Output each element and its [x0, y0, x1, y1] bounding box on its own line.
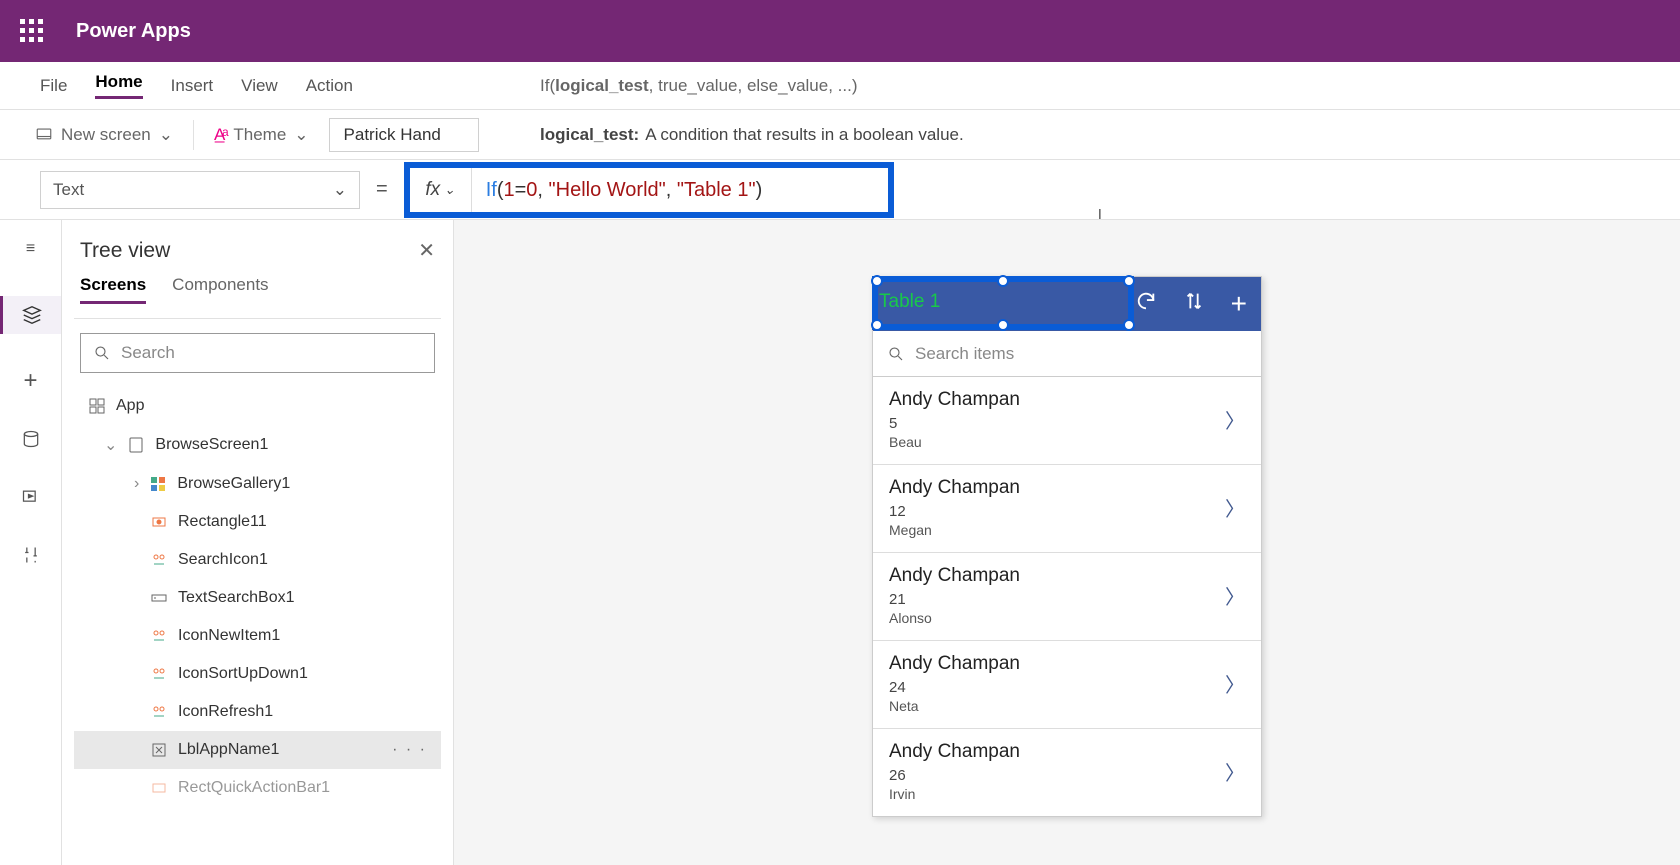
tree-view-panel: Tree view ✕ Screens Components Search Ap… [62, 220, 454, 865]
item-number: 21 [889, 591, 1020, 608]
item-number: 26 [889, 767, 1020, 784]
chevron-right-icon[interactable]: 〉 [1225, 669, 1245, 698]
new-screen-button[interactable]: New screen ⌄ [35, 125, 173, 145]
formula-input[interactable]: If(1=0, "Hello World", "Table 1") [472, 177, 763, 202]
tree-item-iconnewitem1[interactable]: IconNewItem1 [74, 617, 441, 655]
left-rail: ≡ + [0, 220, 62, 865]
tab-screens[interactable]: Screens [80, 275, 146, 304]
tree-item-app[interactable]: App [74, 387, 441, 425]
menu-file[interactable]: File [40, 76, 67, 96]
rectangle-icon [150, 513, 168, 531]
list-item[interactable]: Andy Champan 5 Beau 〉 [873, 377, 1261, 465]
tree-item-iconrefresh1[interactable]: IconRefresh1 [74, 693, 441, 731]
label-icon [150, 741, 168, 759]
screen-icon [127, 436, 145, 454]
tree-item-textsearchbox1[interactable]: TextSearchBox1 [74, 579, 441, 617]
chevron-down-icon: ⌄ [333, 180, 347, 200]
list-item[interactable]: Andy Champan 26 Irvin 〉 [873, 729, 1261, 816]
chevron-right-icon[interactable]: 〉 [1225, 581, 1245, 610]
item-subtitle: Neta [889, 698, 1020, 714]
item-subtitle: Beau [889, 434, 1020, 450]
theme-button[interactable]: A̲ͣ Theme ⌄ [214, 125, 309, 145]
item-name: Andy Champan [889, 565, 1020, 587]
tree-item-rectquickactionbar1[interactable]: RectQuickActionBar1 [74, 769, 441, 807]
app-header-bar: Table 1 + [873, 277, 1261, 331]
formula-bar: Text ⌄ = fx⌄ If(1=0, "Hello World", "Tab… [0, 160, 1680, 220]
tree-item-lblappname1[interactable]: LblAppName1 · · · [74, 731, 441, 769]
tree-item-browsegallery1[interactable]: › BrowseGallery1 [74, 465, 441, 503]
design-canvas[interactable]: Table 1 + Search items Andy Champan 5 Be… [454, 220, 1680, 865]
item-subtitle: Alonso [889, 610, 1020, 626]
tree-item-searchicon1[interactable]: SearchIcon1 [74, 541, 441, 579]
screen-icon [35, 126, 53, 144]
theme-icon: A̲ͣ [214, 125, 225, 145]
tree-search-input[interactable]: Search [80, 333, 435, 373]
chevron-down-icon: ⌄ [159, 125, 173, 145]
control-icon [150, 551, 168, 569]
app-launcher-icon[interactable] [20, 19, 44, 43]
search-icon [93, 344, 111, 362]
chevron-right-icon[interactable]: 〉 [1225, 405, 1245, 434]
control-icon [150, 665, 168, 683]
item-name: Andy Champan [889, 477, 1020, 499]
control-icon [150, 703, 168, 721]
item-number: 24 [889, 679, 1020, 696]
hamburger-icon[interactable]: ≡ [20, 238, 42, 260]
list-item[interactable]: Andy Champan 24 Neta 〉 [873, 641, 1261, 729]
fx-button[interactable]: fx⌄ [410, 168, 472, 212]
property-dropdown[interactable]: Text ⌄ [40, 171, 360, 209]
parameter-hint: logical_test:A condition that results in… [540, 110, 964, 160]
tree-item-rectangle11[interactable]: Rectangle11 [74, 503, 441, 541]
tree-item-iconsortupdown1[interactable]: IconSortUpDown1 [74, 655, 441, 693]
menu-insert[interactable]: Insert [171, 76, 214, 96]
item-subtitle: Megan [889, 522, 1020, 538]
menu-action[interactable]: Action [306, 76, 353, 96]
close-icon[interactable]: ✕ [418, 238, 435, 263]
app-search-input[interactable]: Search items [873, 331, 1261, 377]
data-icon[interactable] [20, 428, 42, 450]
sort-icon[interactable] [1183, 290, 1205, 318]
chevron-down-icon: ⌄ [104, 435, 117, 455]
more-icon[interactable]: · · · [392, 741, 427, 759]
app-title: Power Apps [76, 20, 191, 43]
list-item[interactable]: Andy Champan 21 Alonso 〉 [873, 553, 1261, 641]
chevron-right-icon[interactable]: 〉 [1225, 757, 1245, 786]
textbox-icon [150, 589, 168, 607]
chevron-down-icon: ⌄ [444, 182, 455, 198]
rectangle-icon [150, 779, 168, 797]
menu-home[interactable]: Home [95, 72, 142, 99]
tab-components[interactable]: Components [172, 275, 268, 304]
gallery-icon [149, 475, 167, 493]
list-item[interactable]: Andy Champan 12 Megan 〉 [873, 465, 1261, 553]
chevron-down-icon: ⌄ [294, 125, 308, 145]
item-name: Andy Champan [889, 653, 1020, 675]
tools-icon[interactable] [20, 544, 42, 566]
plus-icon[interactable]: + [20, 370, 42, 392]
app-icon [88, 397, 106, 415]
chevron-right-icon: › [134, 475, 139, 493]
equals-label: = [376, 178, 388, 201]
refresh-icon[interactable] [1135, 290, 1157, 318]
item-subtitle: Irvin [889, 786, 1020, 802]
selected-label-text[interactable]: Table 1 [879, 291, 940, 313]
media-icon[interactable] [20, 486, 42, 508]
formula-input-highlight: fx⌄ If(1=0, "Hello World", "Table 1") I [404, 162, 894, 218]
tree-item-browsescreen1[interactable]: ⌄ BrowseScreen1 [74, 425, 441, 465]
chevron-right-icon[interactable]: 〉 [1225, 493, 1245, 522]
item-name: Andy Champan [889, 741, 1020, 763]
add-icon[interactable]: + [1231, 288, 1247, 320]
item-name: Andy Champan [889, 389, 1020, 411]
menu-view[interactable]: View [241, 76, 278, 96]
title-bar: Power Apps [0, 0, 1680, 62]
item-number: 12 [889, 503, 1020, 520]
formula-signature: If(logical_test, true_value, else_value,… [540, 62, 858, 110]
search-icon [887, 345, 905, 363]
tree-view-icon[interactable] [21, 304, 43, 326]
font-selector[interactable]: Patrick Hand [329, 118, 479, 152]
app-preview: Table 1 + Search items Andy Champan 5 Be… [872, 276, 1262, 817]
tree-view-title: Tree view [80, 239, 170, 263]
item-number: 5 [889, 415, 1020, 432]
control-icon [150, 627, 168, 645]
